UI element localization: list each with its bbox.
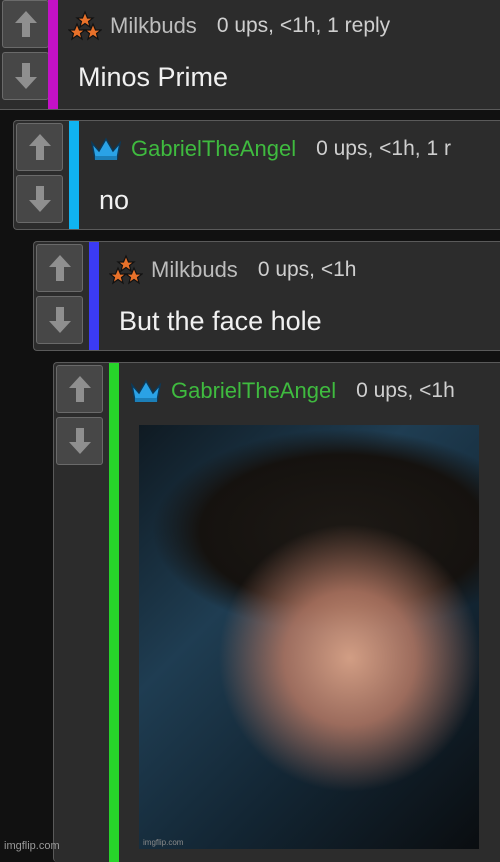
username-link[interactable]: GabrielTheAngel bbox=[131, 136, 296, 162]
downvote-button[interactable] bbox=[16, 175, 63, 223]
comment-text: no bbox=[99, 185, 130, 215]
thread-depth-bar bbox=[109, 363, 119, 862]
username-link[interactable]: Milkbuds bbox=[151, 257, 238, 283]
arrow-down-icon bbox=[48, 307, 71, 333]
comment-stats: 0 ups, <1h, 1 r bbox=[316, 137, 451, 160]
upvote-button[interactable] bbox=[36, 244, 83, 292]
arrow-down-icon bbox=[68, 428, 91, 454]
comment-stats: 0 ups, <1h, 1 reply bbox=[216, 14, 391, 37]
thread-depth-bar bbox=[48, 0, 58, 109]
comment: GabrielTheAngel 0 ups, <1h, 1 r no bbox=[13, 120, 500, 230]
vote-controls bbox=[34, 242, 83, 344]
username-link[interactable]: GabrielTheAngel bbox=[171, 378, 336, 404]
upvote-button[interactable] bbox=[56, 365, 103, 413]
arrow-up-icon bbox=[68, 376, 91, 402]
comment-text: But the face hole bbox=[119, 306, 322, 336]
upvote-button[interactable] bbox=[2, 0, 49, 48]
arrow-up-icon bbox=[48, 255, 71, 281]
comment-header: Milkbuds 0 ups, <1h bbox=[109, 254, 356, 286]
upvote-button[interactable] bbox=[16, 123, 63, 171]
username-link[interactable]: Milkbuds bbox=[110, 13, 197, 39]
arrow-down-icon bbox=[28, 186, 51, 212]
comment-image[interactable]: imgflip.com bbox=[139, 425, 479, 849]
comment-text: Minos Prime bbox=[78, 62, 229, 92]
comment-stats: 0 ups, <1h bbox=[356, 379, 455, 402]
crown-icon[interactable] bbox=[129, 375, 163, 407]
three-stars-icon[interactable] bbox=[68, 10, 102, 42]
arrow-up-icon bbox=[28, 134, 51, 160]
vote-controls bbox=[0, 0, 49, 100]
downvote-button[interactable] bbox=[2, 52, 49, 100]
comment: Milkbuds 0 ups, <1h But the face hole bbox=[33, 241, 500, 351]
three-stars-icon[interactable] bbox=[109, 254, 143, 286]
comment-stats: 0 ups, <1h bbox=[257, 258, 357, 281]
downvote-button[interactable] bbox=[36, 296, 83, 344]
comment-header: GabrielTheAngel 0 ups, <1h bbox=[129, 375, 455, 407]
thread-depth-bar bbox=[89, 242, 99, 350]
watermark: imgflip.com bbox=[4, 840, 60, 852]
comment-header: GabrielTheAngel 0 ups, <1h, 1 r bbox=[89, 133, 451, 165]
comment-header: Milkbuds 0 ups, <1h, 1 reply bbox=[68, 10, 390, 42]
downvote-button[interactable] bbox=[56, 417, 103, 465]
arrow-up-icon bbox=[14, 11, 37, 37]
vote-controls bbox=[54, 363, 103, 465]
thread-depth-bar bbox=[69, 121, 79, 229]
arrow-down-icon bbox=[14, 63, 37, 89]
comment: Milkbuds 0 ups, <1h, 1 reply Minos Prime bbox=[0, 0, 500, 110]
image-caption: imgflip.com bbox=[143, 838, 184, 847]
crown-icon[interactable] bbox=[89, 133, 123, 165]
comment: GabrielTheAngel 0 ups, <1h imgflip.com bbox=[53, 362, 500, 862]
vote-controls bbox=[14, 121, 63, 223]
